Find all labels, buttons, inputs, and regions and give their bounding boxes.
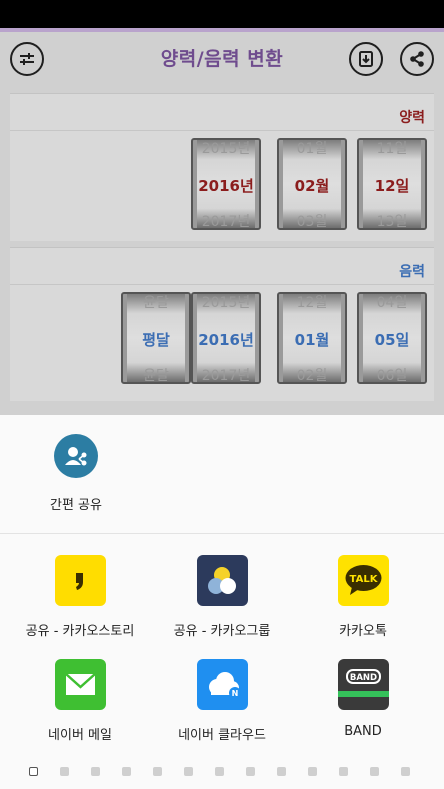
solar-wheel-picker[interactable]: 2015년 2016년 2017년: [191, 138, 261, 230]
wheel-prev-value: 11일: [376, 141, 408, 157]
solar-wheel-picker[interactable]: 11일 12일 13일: [357, 138, 427, 230]
solar-wheel-picker[interactable]: 01월 02월 03월: [277, 138, 347, 230]
kakaostory-icon: [54, 555, 106, 606]
wheel-edge: [279, 294, 283, 382]
page-dot[interactable]: [153, 767, 162, 776]
page-dot[interactable]: [91, 767, 100, 776]
wheel-edge: [341, 140, 345, 228]
wheel-next-value: 2017년: [201, 368, 251, 384]
wheel-edge: [123, 294, 127, 382]
page-dot[interactable]: [29, 767, 38, 776]
share-sheet-divider: [0, 533, 444, 534]
share-app-label: BAND: [344, 724, 382, 739]
solar-divider: [10, 130, 434, 131]
simple-share-option[interactable]: 간편 공유: [36, 434, 116, 513]
wheel-next-value: 03월: [296, 214, 328, 230]
band-icon: BAND: [337, 659, 389, 710]
wheel-prev-value: 01월: [296, 141, 328, 157]
wheel-edge: [255, 294, 259, 382]
wheel-next-value: 06일: [376, 368, 408, 384]
wheel-edge: [279, 140, 283, 228]
page-dot[interactable]: [401, 767, 410, 776]
share-icon: [410, 51, 424, 67]
wheel-selected-value: 12일: [374, 177, 410, 195]
share-app-label: 네이버 클라우드: [178, 728, 266, 743]
kakaogroup-icon: [196, 555, 248, 606]
page-dot[interactable]: [184, 767, 193, 776]
app-bar: 양력/음력 변환: [0, 32, 444, 82]
lunar-divider: [10, 284, 434, 285]
wheel-selected-value: 2016년: [198, 331, 254, 349]
wheel-prev-value: 2015년: [201, 141, 251, 157]
solar-card: 양력 2015년 2016년 2017년 01월 02월 03월 11일 12일 13일: [10, 93, 434, 241]
wheel-prev-value: 12월: [296, 295, 328, 311]
simple-share-icon: [54, 434, 98, 478]
simple-share-label: 간편 공유: [50, 498, 102, 513]
wheel-next-value: 02월: [296, 368, 328, 384]
wheel-edge: [421, 294, 425, 382]
wheel-selected-value: 2016년: [198, 177, 254, 195]
wheel-next-value: 윤달: [143, 368, 169, 384]
page-indicator: [0, 767, 444, 779]
share-button[interactable]: [400, 42, 434, 76]
share-app-kakaotalk[interactable]: TALK 카카오톡: [293, 555, 433, 639]
kakaotalk-icon: TALK: [337, 555, 389, 606]
page-dot[interactable]: [277, 767, 286, 776]
wheel-prev-value: 04일: [376, 295, 408, 311]
wheel-selected-value: 평달: [142, 331, 170, 349]
download-icon: [359, 51, 373, 67]
wheel-selected-value: 01월: [294, 331, 330, 349]
page-dot[interactable]: [246, 767, 255, 776]
lunar-wheel-picker[interactable]: 2015년 2016년 2017년: [191, 292, 261, 384]
wheel-next-value: 2017년: [201, 214, 251, 230]
wheel-edge: [193, 140, 197, 228]
share-app-label: 카카오톡: [339, 624, 387, 639]
band-text: BAND: [349, 673, 376, 683]
wheel-edge: [359, 294, 363, 382]
page-dot[interactable]: [308, 767, 317, 776]
page-dot[interactable]: [339, 767, 348, 776]
app-screen: 양력/음력 변환 양력 2015년 2016년 2017년 01월 02월 03월 11일 1…: [0, 28, 444, 789]
wheel-edge: [359, 140, 363, 228]
wheel-edge: [341, 294, 345, 382]
share-app-label: 공유 - 카카오그룹: [173, 624, 271, 639]
svg-text:N: N: [231, 689, 238, 698]
page-dot[interactable]: [122, 767, 131, 776]
share-app-label: 네이버 메일: [48, 728, 112, 743]
talk-text: TALK: [349, 574, 378, 585]
wheel-next-value: 13일: [376, 214, 408, 230]
lunar-wheel-picker[interactable]: 윤달 평달 윤달: [121, 292, 191, 384]
wheel-prev-value: 윤달: [143, 295, 169, 311]
wheel-edge: [193, 294, 197, 382]
share-sheet: 간편 공유 공유 - 카카오스토리 공유 - 카카오그룹 TALK 카카오톡 네…: [0, 415, 444, 789]
wheel-selected-value: 05일: [374, 331, 410, 349]
share-app-label: 공유 - 카카오스토리: [25, 624, 135, 639]
status-bar: [0, 0, 444, 28]
share-app-band[interactable]: BAND BAND: [293, 659, 433, 739]
wheel-prev-value: 2015년: [201, 295, 251, 311]
lunar-label: 음력: [399, 264, 425, 280]
page-dot[interactable]: [370, 767, 379, 776]
naver-mail-icon: [54, 659, 106, 710]
share-app-kakaogroup[interactable]: 공유 - 카카오그룹: [152, 555, 292, 639]
solar-label: 양력: [399, 110, 425, 126]
page-dot[interactable]: [215, 767, 224, 776]
naver-cloud-icon: N: [196, 659, 248, 710]
wheel-edge: [185, 294, 189, 382]
wheel-edge: [255, 140, 259, 228]
share-app-naver-mail[interactable]: 네이버 메일: [10, 659, 150, 743]
wheel-edge: [421, 140, 425, 228]
share-app-kakaostory[interactable]: 공유 - 카카오스토리: [10, 555, 150, 639]
lunar-wheel-picker[interactable]: 12월 01월 02월: [277, 292, 347, 384]
save-button[interactable]: [349, 42, 383, 76]
page-dot[interactable]: [60, 767, 69, 776]
share-app-naver-cloud[interactable]: N 네이버 클라우드: [152, 659, 292, 743]
lunar-card: 음력 윤달 평달 윤달 2015년 2016년 2017년 12월 01월 02월 04일 05일 0…: [10, 247, 434, 401]
wheel-selected-value: 02월: [294, 177, 330, 195]
lunar-wheel-picker[interactable]: 04일 05일 06일: [357, 292, 427, 384]
